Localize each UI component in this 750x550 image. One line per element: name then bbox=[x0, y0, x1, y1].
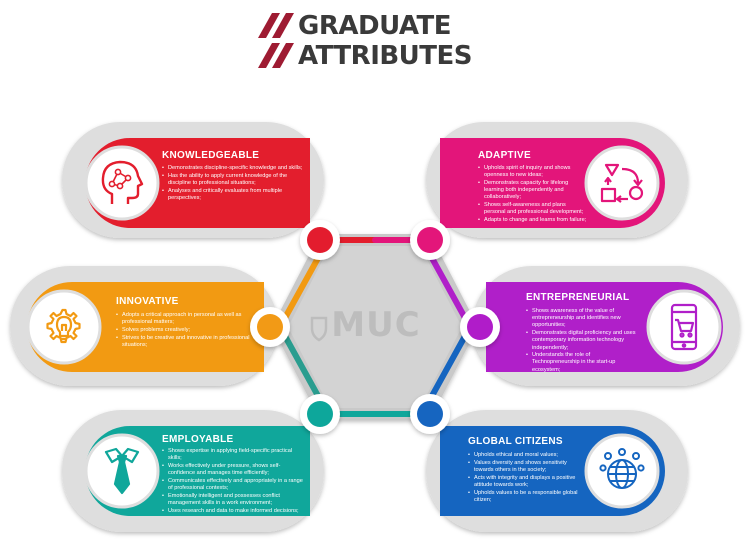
list-item: Values diversity and shows sensitivity t… bbox=[468, 460, 586, 474]
list-item: Shows awareness of the value of entrepre… bbox=[526, 308, 638, 330]
knowledgeable-title: KNOWLEDGEABLE bbox=[162, 150, 260, 161]
employable-title: EMPLOYABLE bbox=[162, 434, 234, 445]
entrepreneurial-bullets: Shows awareness of the value of entrepre… bbox=[526, 308, 638, 374]
knowledgeable-bullets: Demonstrates discipline-specific knowled… bbox=[162, 165, 308, 203]
list-item: Communicates effectively and appropriate… bbox=[162, 478, 306, 492]
list-item: Works effectively under pressure, shows … bbox=[162, 463, 306, 477]
list-item: Demonstrates digital proficiency and use… bbox=[526, 330, 638, 352]
phone-cart-icon bbox=[670, 303, 698, 351]
globe-people-icon bbox=[599, 448, 645, 489]
list-item: Upholds spirit of inquiry and shows open… bbox=[478, 165, 588, 179]
list-item: Demonstrates discipline-specific knowled… bbox=[162, 165, 308, 172]
list-item: Shows self-awareness and plans personal … bbox=[478, 202, 588, 216]
list-item: Understands the role of Technopreneurshi… bbox=[526, 352, 638, 374]
list-item: Upholds values to be a responsible globa… bbox=[468, 490, 586, 504]
list-item: Adapts to change and learns from failure… bbox=[478, 217, 588, 224]
innovative-bullets: Adopts a critical approach in personal a… bbox=[116, 312, 256, 350]
list-item: Adopts a critical approach in personal a… bbox=[116, 312, 256, 326]
list-item: Demonstrates capacity for lifelong learn… bbox=[478, 180, 588, 202]
list-item: Analyses and critically evaluates from m… bbox=[162, 188, 308, 202]
list-item: Has the ability to apply current knowled… bbox=[162, 173, 308, 187]
adaptive-bullets: Upholds spirit of inquiry and shows open… bbox=[478, 165, 588, 225]
necktie-icon bbox=[104, 447, 140, 495]
list-item: Uses research and data to make informed … bbox=[162, 508, 306, 515]
innovative-title: INNOVATIVE bbox=[116, 296, 179, 307]
adaptive-title: ADAPTIVE bbox=[478, 150, 531, 161]
lightbulb-gear-icon bbox=[46, 308, 81, 344]
global-citizens-title: GLOBAL CITIZENS bbox=[468, 436, 563, 447]
list-item: Upholds ethical and moral values; bbox=[468, 452, 586, 459]
list-item: Strives to be creative and innovative in… bbox=[116, 335, 256, 349]
list-item: Acts with integrity and displays a posit… bbox=[468, 475, 586, 489]
list-item: Solves problems creatively; bbox=[116, 327, 256, 334]
cycle-shapes-icon bbox=[600, 163, 644, 203]
center-watermark: MUC bbox=[331, 305, 421, 345]
entrepreneurial-title: ENTREPRENEURIAL bbox=[526, 292, 630, 303]
head-network-icon bbox=[101, 160, 144, 204]
list-item: Emotionally intelligent and possesses co… bbox=[162, 493, 306, 507]
employable-bullets: Shows expertise in applying field-specif… bbox=[162, 448, 306, 515]
list-item: Shows expertise in applying field-specif… bbox=[162, 448, 306, 462]
global-citizens-bullets: Upholds ethical and moral values; Values… bbox=[468, 452, 586, 504]
